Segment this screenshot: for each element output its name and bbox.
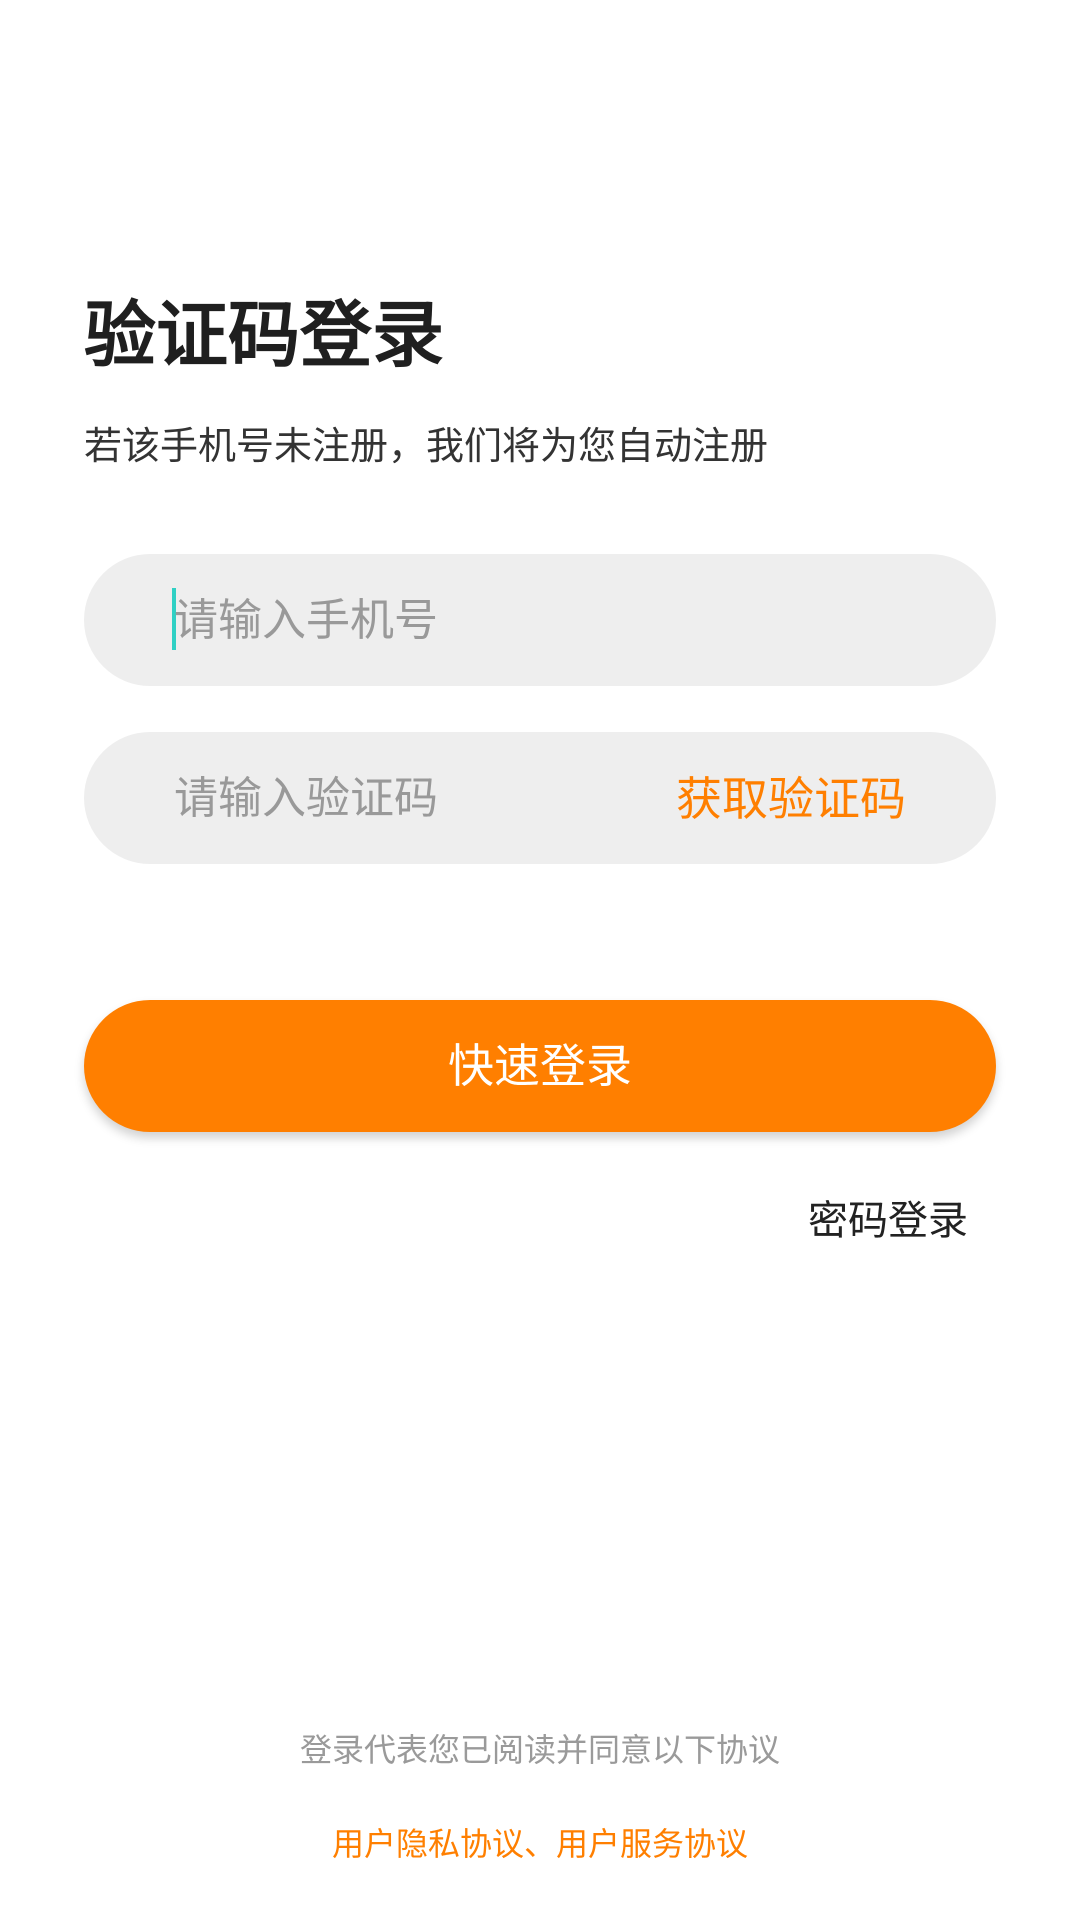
page-subtitle: 若该手机号未注册，我们将为您自动注册 [84, 424, 769, 468]
code-input[interactable]: 请输入验证码 获取验证码 [84, 732, 996, 864]
agreement-notice: 登录代表您已阅读并同意以下协议 [299, 1731, 780, 1769]
password-login-link[interactable]: 密码登录 [808, 1196, 968, 1246]
agreement-separator: 、 [523, 1825, 556, 1863]
get-code-button[interactable]: 获取验证码 [676, 774, 906, 824]
quick-login-button[interactable]: 快速登录 [84, 1000, 996, 1132]
phone-input[interactable]: 请输入手机号 [84, 554, 996, 686]
privacy-agreement-link[interactable]: 用户隐私协议 [332, 1825, 524, 1863]
code-placeholder: 请输入验证码 [174, 773, 438, 824]
agreement-links: 用户隐私协议、用户服务协议 [0, 1824, 1080, 1864]
login-page: 验证码登录 若该手机号未注册，我们将为您自动注册 请输入手机号 请输入验证码 获… [0, 0, 1080, 1920]
page-title: 验证码登录 [84, 293, 445, 377]
service-agreement-link[interactable]: 用户服务协议 [556, 1825, 748, 1863]
phone-placeholder: 请输入手机号 [174, 595, 438, 646]
